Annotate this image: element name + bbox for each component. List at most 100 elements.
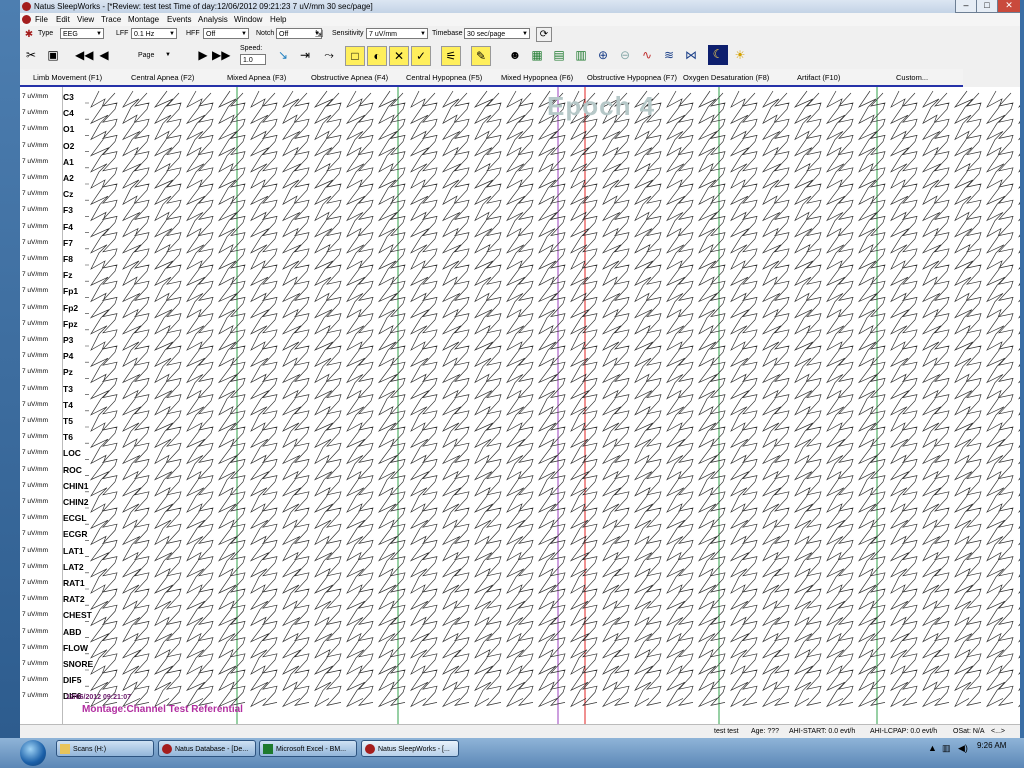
menu-events[interactable]: Events xyxy=(167,15,191,24)
sensitivity-select[interactable]: 7 uV/mm ▼ xyxy=(366,28,428,39)
trace-canvas[interactable] xyxy=(85,87,1020,724)
note-icon[interactable]: □ xyxy=(345,46,365,66)
channel-label-rat2[interactable]: RAT2 xyxy=(63,594,85,604)
select-tool-icon[interactable]: ⇥ xyxy=(296,46,314,64)
channel-label-a2[interactable]: A2 xyxy=(63,173,74,183)
channel-label-c3[interactable]: C3 xyxy=(63,92,74,102)
event-obstructive-hypopnea-button[interactable]: Obstructive Hypopnea (F7) xyxy=(587,73,677,82)
channel-label-o1[interactable]: O1 xyxy=(63,124,74,134)
channel-label-loc[interactable]: LOC xyxy=(63,448,81,458)
channel-label-c4[interactable]: C4 xyxy=(63,108,74,118)
channel-label-dif5[interactable]: DIF5 xyxy=(63,675,81,685)
title-bar[interactable]: Natus SleepWorks - [*Review: test test T… xyxy=(20,0,1020,13)
type-select[interactable]: EEG ▼ xyxy=(60,28,104,39)
night-mode-icon[interactable]: ☾ xyxy=(708,45,728,65)
network-icon[interactable]: ▥ xyxy=(942,743,951,754)
minimize-button[interactable]: – xyxy=(955,0,977,13)
channel-label-fz[interactable]: Fz xyxy=(63,270,72,280)
channel-label-p3[interactable]: P3 xyxy=(63,335,73,345)
channel-label-p4[interactable]: P4 xyxy=(63,351,73,361)
video-icon[interactable]: ▣ xyxy=(44,46,62,64)
pointer-icon[interactable]: ↘ xyxy=(274,46,292,64)
start-button[interactable] xyxy=(20,740,46,766)
timebase-select[interactable]: 30 sec/page ▼ xyxy=(464,28,530,39)
channel-label-lat2[interactable]: LAT2 xyxy=(63,562,84,572)
maximize-button[interactable]: □ xyxy=(976,0,998,13)
channel-label-fpz[interactable]: Fpz xyxy=(63,319,78,329)
channel-label-lat1[interactable]: LAT1 xyxy=(63,546,84,556)
menu-view[interactable]: View xyxy=(77,15,94,24)
event-central-apnea-button[interactable]: Central Apnea (F2) xyxy=(131,73,194,82)
summary-icon[interactable]: ▤ xyxy=(550,46,568,64)
event-artifact-button[interactable]: Artifact (F10) xyxy=(797,73,840,82)
event-icon[interactable]: ◐ xyxy=(367,46,387,66)
signal-icon[interactable]: ⋈ xyxy=(682,46,700,64)
task-excel[interactable]: Microsoft Excel - BM... xyxy=(259,740,357,757)
channel-label-f8[interactable]: F8 xyxy=(63,254,73,264)
task-sleepworks[interactable]: Natus SleepWorks - [... xyxy=(361,740,459,757)
channel-label-ecgl[interactable]: ECGL xyxy=(63,513,87,523)
menu-window[interactable]: Window xyxy=(234,15,262,24)
scoring-icon[interactable]: ⚟ xyxy=(441,46,461,66)
channel-label-cz[interactable]: Cz xyxy=(63,189,73,199)
lff-select[interactable]: 0.1 Hz ▼ xyxy=(131,28,177,39)
status-nav[interactable]: <...> xyxy=(991,728,1005,735)
zoom-in-icon[interactable]: ⊕ xyxy=(594,46,612,64)
next-page-icon[interactable]: ▶ xyxy=(194,46,212,64)
day-mode-icon[interactable]: ☀ xyxy=(731,46,749,64)
channel-label-ecgr[interactable]: ECGR xyxy=(63,529,88,539)
event-mixed-hypopnea-button[interactable]: Mixed Hypopnea (F6) xyxy=(501,73,573,82)
taskbar-clock[interactable]: 9:26 AM xyxy=(977,741,1006,750)
menu-analysis[interactable]: Analysis xyxy=(198,15,228,24)
channel-label-a1[interactable]: A1 xyxy=(63,157,74,167)
stage-icon[interactable]: ✓ xyxy=(411,46,431,66)
task-scans[interactable]: Scans (H:) xyxy=(56,740,154,757)
channel-label-f4[interactable]: F4 xyxy=(63,222,73,232)
channel-label-o2[interactable]: O2 xyxy=(63,141,74,151)
menu-file[interactable]: File xyxy=(35,15,48,24)
close-button[interactable]: ✕ xyxy=(997,0,1020,13)
last-page-icon[interactable]: ▶▶ xyxy=(212,46,230,64)
marker-icon[interactable]: ⤳ xyxy=(320,46,338,64)
trend-icon[interactable]: ≋ xyxy=(660,46,678,64)
patient-icon[interactable]: ☻ xyxy=(506,46,524,64)
channel-label-pz[interactable]: Pz xyxy=(63,367,73,377)
refresh-icon[interactable]: ⟳ xyxy=(536,27,552,42)
hypnogram-icon[interactable]: ▥ xyxy=(572,46,590,64)
channel-label-rat1[interactable]: RAT1 xyxy=(63,578,85,588)
channel-label-roc[interactable]: ROC xyxy=(63,465,82,475)
channel-label-f3[interactable]: F3 xyxy=(63,205,73,215)
tray-arrow-icon[interactable]: ▲ xyxy=(928,743,937,753)
channel-label-fp2[interactable]: Fp2 xyxy=(63,303,78,313)
previous-page-icon[interactable]: ◀ xyxy=(95,46,113,64)
channel-label-t6[interactable]: T6 xyxy=(63,432,73,442)
event-custom-button[interactable]: Custom... xyxy=(896,73,928,82)
event-limb-movement-button[interactable]: Limb Movement (F1) xyxy=(33,73,102,82)
menu-edit[interactable]: Edit xyxy=(56,15,70,24)
document-icon[interactable] xyxy=(22,15,31,24)
page-select[interactable]: Page ▼ xyxy=(116,50,172,61)
tools-icon[interactable]: ✂ xyxy=(22,46,40,64)
event-oxygen-desaturation-button[interactable]: Oxygen Desaturation (F8) xyxy=(683,73,769,82)
speed-input[interactable]: 1.0 xyxy=(240,54,266,65)
event-central-hypopnea-button[interactable]: Central Hypopnea (F5) xyxy=(406,73,482,82)
annotation-icon[interactable]: ✎ xyxy=(471,46,491,66)
menu-trace[interactable]: Trace xyxy=(101,15,121,24)
filter-apply-icon[interactable]: ⇲ xyxy=(312,28,326,41)
event-mixed-apnea-button[interactable]: Mixed Apnea (F3) xyxy=(227,73,286,82)
hff-select[interactable]: Off ▼ xyxy=(203,28,249,39)
waveform-icon[interactable]: ∿ xyxy=(638,46,656,64)
channel-label-t5[interactable]: T5 xyxy=(63,416,73,426)
task-natus-database[interactable]: Natus Database - [De... xyxy=(158,740,256,757)
channel-label-t4[interactable]: T4 xyxy=(63,400,73,410)
channel-label-t3[interactable]: T3 xyxy=(63,384,73,394)
event-obstructive-apnea-button[interactable]: Obstructive Apnea (F4) xyxy=(311,73,388,82)
menu-montage[interactable]: Montage xyxy=(128,15,159,24)
channel-label-abd[interactable]: ABD xyxy=(63,627,81,637)
channel-label-fp1[interactable]: Fp1 xyxy=(63,286,78,296)
volume-icon[interactable]: ◀) xyxy=(958,743,968,754)
polysomnography-trace-view[interactable]: 7 uV/mm 7 uV/mm 7 uV/mm 7 uV/mm 7 uV/mm 7 uV/… xyxy=(20,87,1020,724)
artifact-icon[interactable]: ✕ xyxy=(389,46,409,66)
zoom-out-icon[interactable]: ⊖ xyxy=(616,46,634,64)
first-page-icon[interactable]: ◀◀ xyxy=(75,46,93,64)
